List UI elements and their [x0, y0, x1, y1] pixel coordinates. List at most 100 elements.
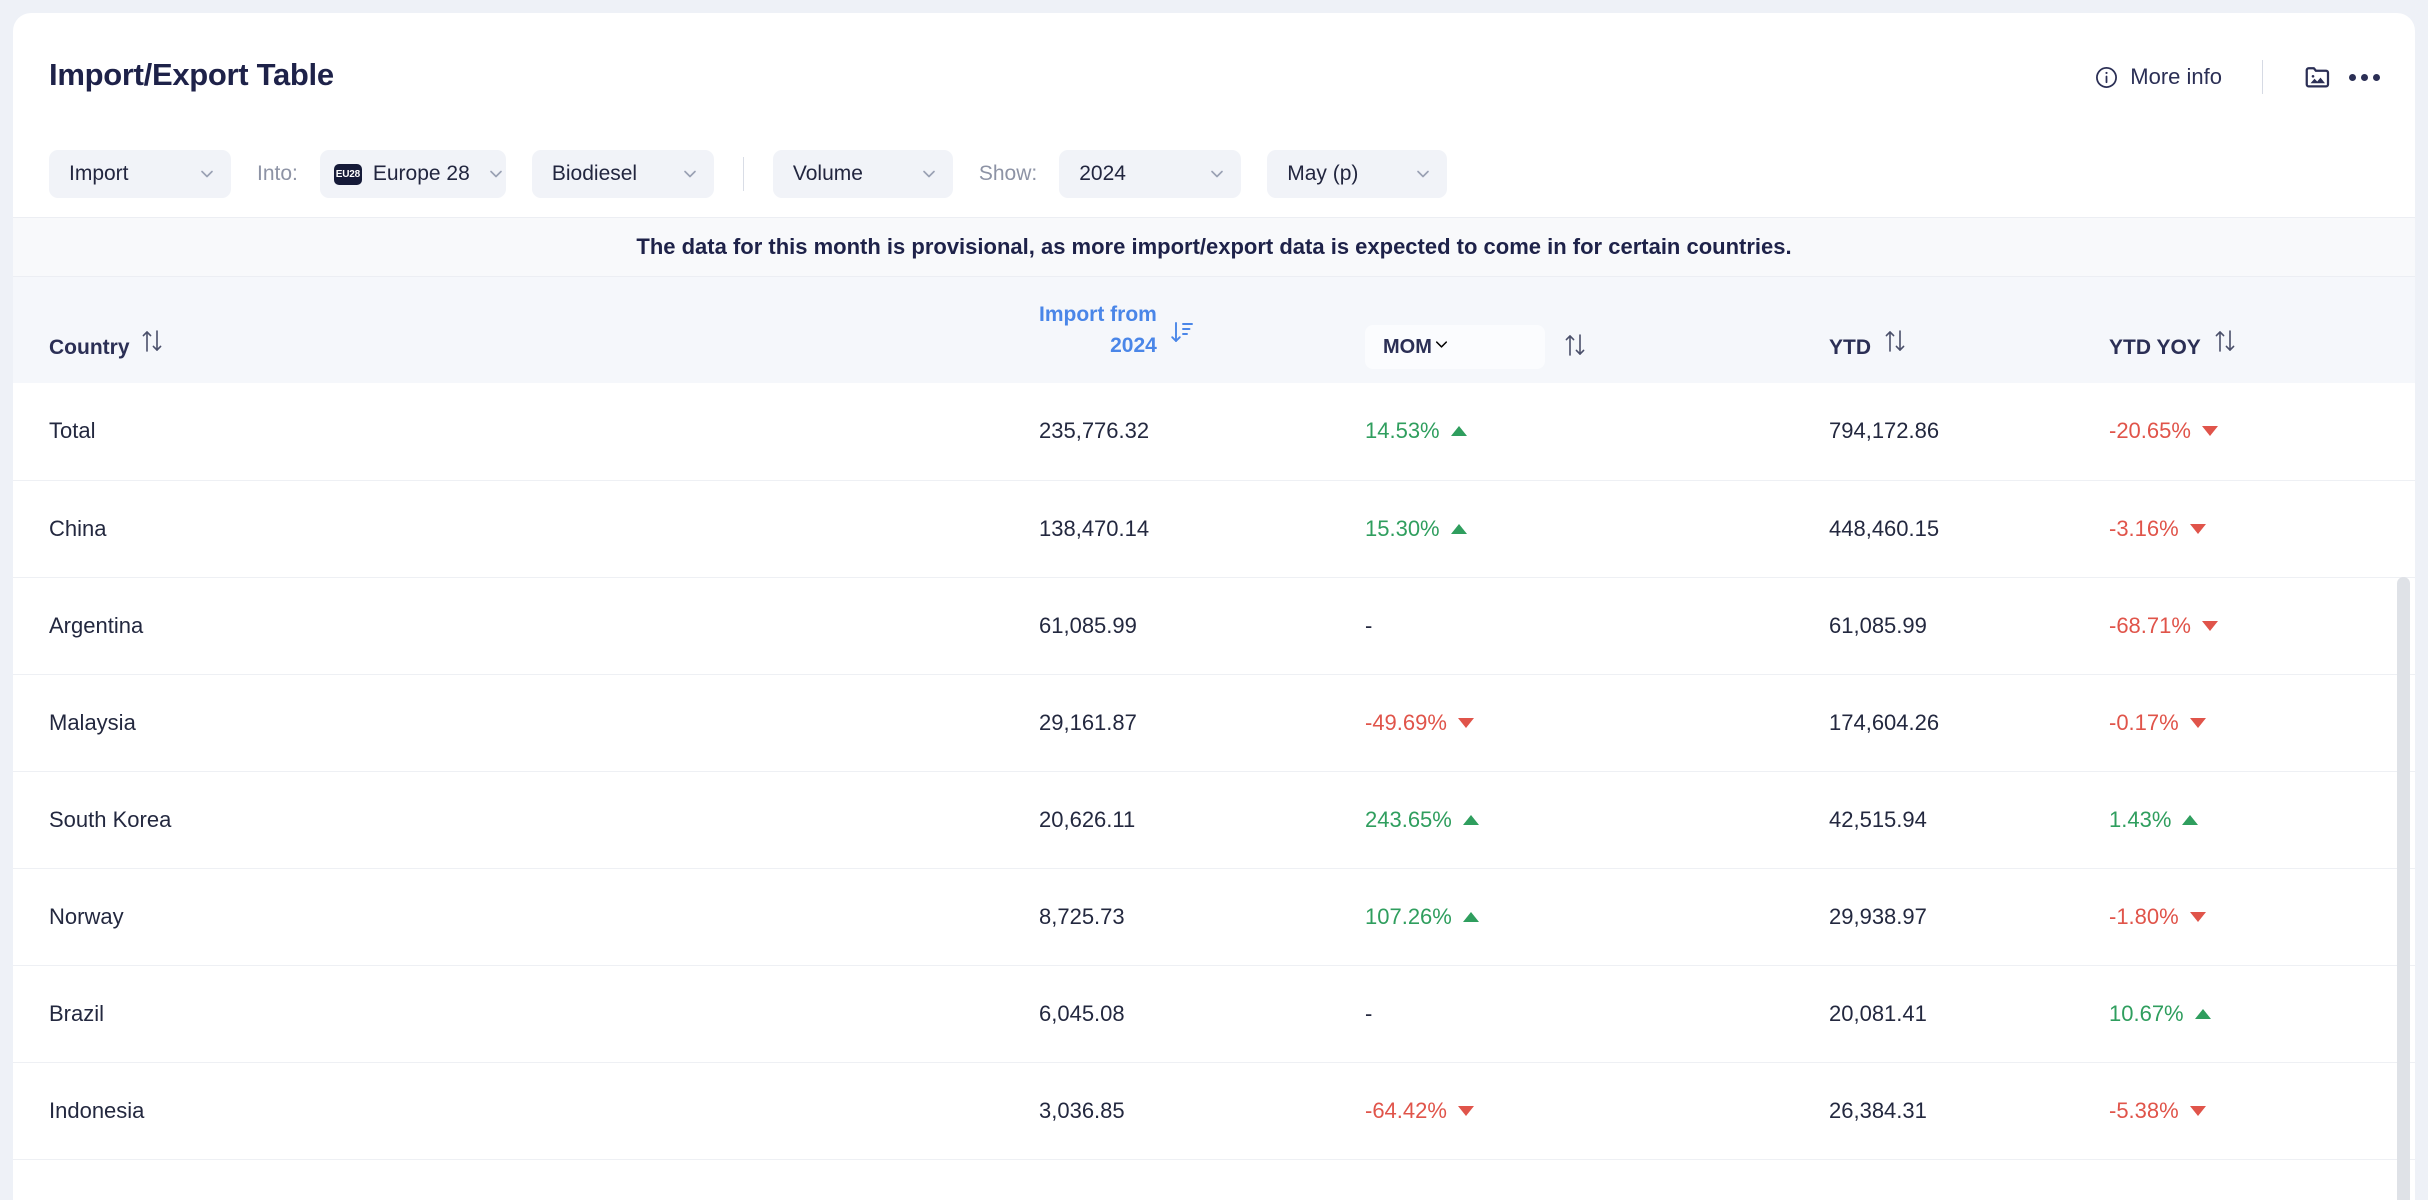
mom-delta-value: 107.26%	[1365, 903, 1452, 929]
trend-up-icon	[1450, 426, 1467, 437]
trend-down-icon	[2189, 523, 2206, 534]
cell-country: Total	[49, 418, 96, 444]
column-header-import-from[interactable]: Import from 2024	[653, 277, 1353, 383]
cell-ytd: 61,085.99	[1829, 612, 1927, 638]
cell-ytd-yoy: -5.38%	[2103, 1062, 2415, 1159]
cell-mom: 15.30%	[1353, 480, 1783, 577]
sort-updown-icon[interactable]	[1883, 327, 1907, 359]
cell-import-from: 138,470.14	[1039, 515, 1150, 541]
import-export-card: Import/Export Table More info Import Int…	[13, 13, 2415, 1200]
ytd-yoy-delta-value: 10.67%	[2109, 1000, 2184, 1026]
cell-country: China	[49, 515, 107, 541]
vertical-scrollbar[interactable]	[2397, 577, 2410, 1200]
ytd-yoy-delta: -5.38%	[2109, 1098, 2206, 1124]
month-select[interactable]: May (p)	[1267, 150, 1448, 198]
table-row[interactable]: Total 235,776.32 14.53% 794,172.86 -20.65%	[13, 383, 2415, 480]
column-header-country[interactable]: Country	[13, 277, 653, 383]
import-export-table: Country Import from 2024 MOM YTD YTD YOY…	[13, 277, 2415, 1160]
image-folder-icon[interactable]	[2295, 57, 2341, 97]
cell-ytd: 26,384.31	[1829, 1097, 1927, 1123]
cell-mom: -	[1353, 965, 1783, 1062]
trend-down-icon	[2189, 717, 2206, 728]
more-info-label: More info	[2130, 64, 2222, 89]
cell-import-from: 8,725.73	[1039, 903, 1125, 929]
column-header-mom[interactable]: MOM	[1353, 277, 1783, 383]
chevron-down-icon	[903, 164, 939, 184]
mom-delta: 243.65%	[1365, 807, 1479, 833]
more-info-button[interactable]: More info	[2086, 58, 2230, 96]
table-row[interactable]: Argentina 61,085.99 - 61,085.99 -68.71%	[13, 577, 2415, 674]
region-select[interactable]: EU28 Europe 28	[319, 150, 506, 198]
trend-down-icon	[1457, 717, 1474, 728]
mom-delta: 107.26%	[1365, 904, 1479, 930]
cell-ytd: 448,460.15	[1829, 515, 1940, 541]
trend-down-icon	[2201, 620, 2218, 631]
sort-updown-icon[interactable]	[140, 327, 164, 359]
mom-delta: -	[1365, 1001, 1372, 1027]
trend-up-icon	[1462, 814, 1479, 825]
mom-delta-value: 14.53%	[1365, 418, 1440, 444]
cell-ytd-yoy: -1.80%	[2103, 868, 2415, 965]
more-options-icon[interactable]	[2341, 57, 2387, 97]
year-select[interactable]: 2024	[1059, 150, 1242, 198]
mom-metric-select[interactable]: MOM	[1365, 325, 1545, 369]
ytd-yoy-delta: 10.67%	[2109, 1001, 2211, 1027]
cell-mom: -	[1353, 577, 1783, 674]
scrollbar-thumb[interactable]	[2397, 577, 2410, 1200]
cell-import-from: 29,161.87	[1039, 709, 1137, 735]
ytd-yoy-delta-value: 1.43%	[2109, 806, 2172, 832]
ytd-yoy-delta: -1.80%	[2109, 904, 2206, 930]
column-header-country-label: Country	[49, 335, 130, 359]
show-label: Show:	[978, 162, 1038, 185]
table-row[interactable]: Brazil 6,045.08 - 20,081.41 10.67%	[13, 965, 2415, 1062]
region-select-value: Europe 28	[372, 162, 470, 185]
sort-descending-icon[interactable]	[1169, 319, 1195, 361]
year-select-value: 2024	[1079, 162, 1126, 185]
filter-divider	[742, 157, 744, 191]
cell-ytd: 20,081.41	[1829, 1000, 1927, 1026]
table-row[interactable]: Indonesia 3,036.85 -64.42% 26,384.31 -5.38%	[13, 1062, 2415, 1159]
cell-ytd: 174,604.26	[1829, 709, 1940, 735]
mom-delta: 15.30%	[1365, 516, 1467, 542]
cell-country: Brazil	[49, 1000, 105, 1026]
cell-ytd: 29,938.97	[1829, 903, 1927, 929]
metric-select-value: Volume	[792, 162, 863, 185]
commodity-select[interactable]: Biodiesel	[531, 150, 714, 198]
chevron-down-icon	[181, 164, 217, 184]
cell-import-from: 20,626.11	[1039, 806, 1136, 832]
table-row[interactable]: China 138,470.14 15.30% 448,460.15 -3.16%	[13, 480, 2415, 577]
mom-delta: -49.69%	[1365, 710, 1474, 736]
provisional-data-notice-text: The data for this month is provisional, …	[636, 234, 1792, 259]
mom-delta-value: -	[1365, 1000, 1373, 1026]
cell-mom: 14.53%	[1353, 383, 1783, 480]
direction-select[interactable]: Import	[49, 150, 231, 198]
table-row[interactable]: Malaysia 29,161.87 -49.69% 174,604.26 -0.17%	[13, 674, 2415, 771]
cell-import-from: 3,036.85	[1039, 1097, 1125, 1123]
mom-delta: -	[1365, 613, 1372, 639]
table-row[interactable]: Norway 8,725.73 107.26% 29,938.97 -1.80%	[13, 868, 2415, 965]
column-header-ytd[interactable]: YTD	[1783, 277, 2103, 383]
chevron-down-icon	[470, 164, 506, 184]
trend-down-icon	[2189, 911, 2206, 922]
cell-mom: -49.69%	[1353, 674, 1783, 771]
trend-down-icon	[2189, 1105, 2206, 1116]
metric-select[interactable]: Volume	[772, 150, 953, 198]
cell-import-from: 6,045.08	[1039, 1000, 1125, 1026]
cell-country: Argentina	[49, 612, 144, 638]
column-header-ytd-yoy[interactable]: YTD YOY	[2103, 277, 2415, 383]
header-actions: More info	[2086, 57, 2387, 97]
cell-import-from: 61,085.99	[1039, 612, 1137, 638]
commodity-select-value: Biodiesel	[551, 162, 638, 185]
header-divider	[2262, 60, 2263, 94]
table-body: Total 235,776.32 14.53% 794,172.86 -20.65% Ch…	[13, 383, 2415, 1159]
direction-select-value: Import	[69, 162, 129, 185]
sort-updown-icon[interactable]	[1563, 331, 1587, 363]
table-row[interactable]: South Korea 20,626.11 243.65% 42,515.94 1.43…	[13, 771, 2415, 868]
card-header: Import/Export Table More info	[13, 13, 2415, 131]
cell-country: Malaysia	[49, 709, 136, 735]
trend-up-icon	[1450, 523, 1467, 534]
app-root: Import/Export Table More info Import Int…	[0, 0, 2428, 1200]
chevron-down-icon	[1397, 164, 1433, 184]
sort-updown-icon[interactable]	[2213, 327, 2237, 359]
ytd-yoy-delta: -3.16%	[2109, 516, 2206, 542]
